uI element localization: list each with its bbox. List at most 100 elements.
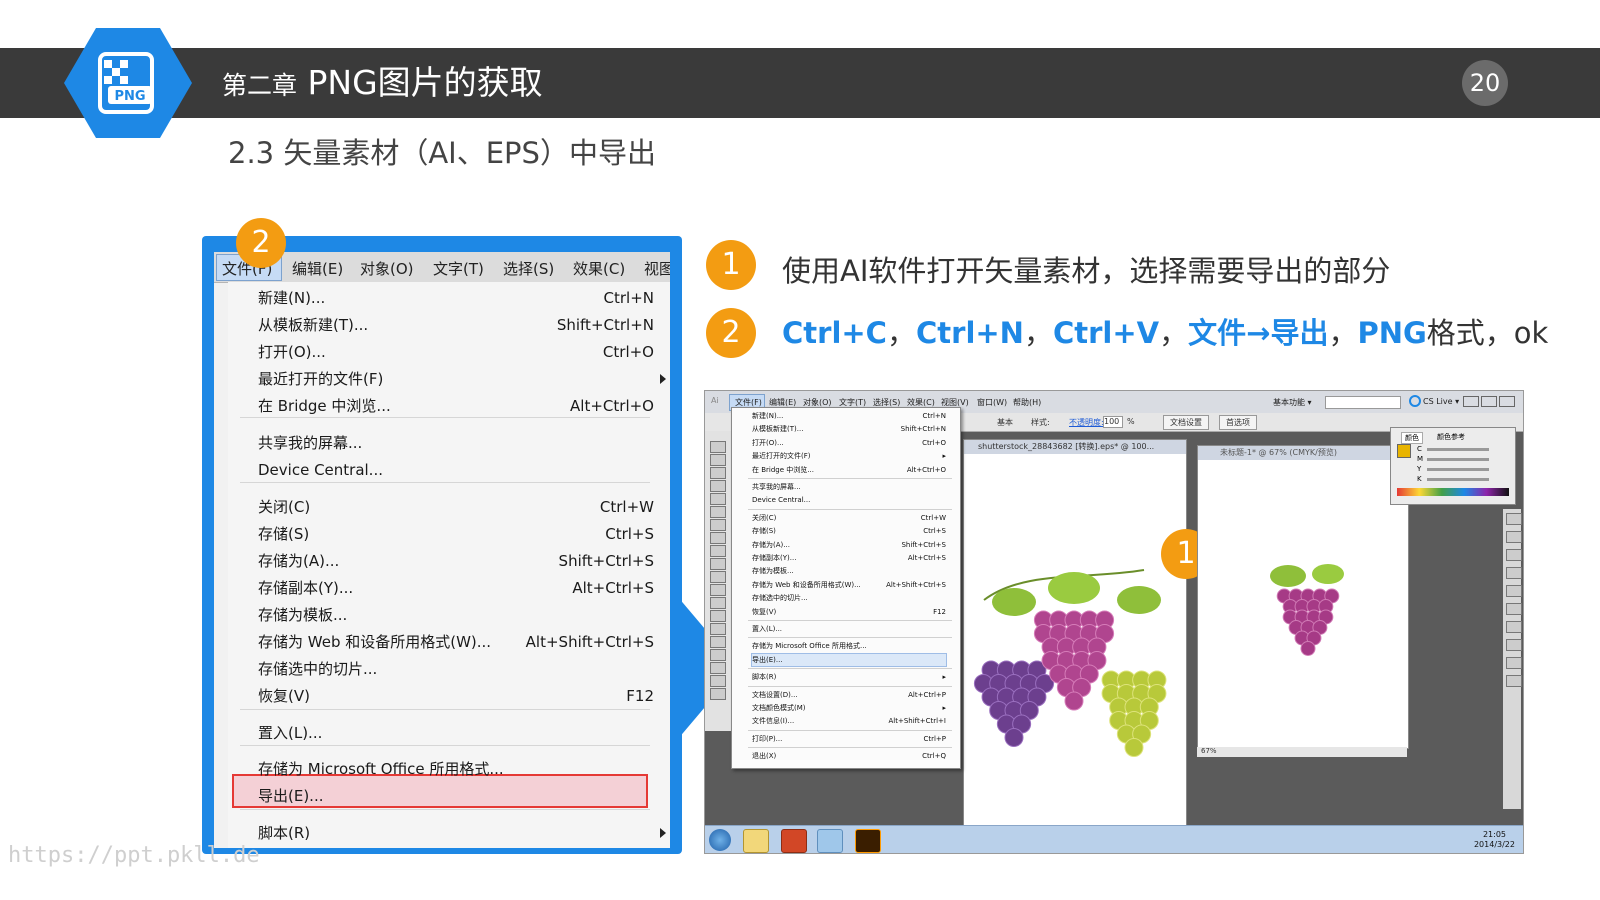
- panel-icon[interactable]: [1506, 567, 1522, 579]
- ai-file-menu-item[interactable]: 文档颜色模式(M) ▸: [752, 702, 946, 714]
- tool-icon[interactable]: [710, 480, 726, 492]
- file-menu-item[interactable]: 存储为 Microsoft Office 所用格式...: [258, 756, 654, 782]
- preferences-button[interactable]: 首选项: [1219, 415, 1257, 430]
- tool-icon[interactable]: [710, 532, 726, 544]
- panel-icon[interactable]: [1506, 675, 1522, 687]
- zoom-level[interactable]: 67%: [1197, 747, 1217, 755]
- tool-icon[interactable]: [710, 493, 726, 505]
- minimize-icon[interactable]: [1463, 396, 1479, 407]
- file-menu-item[interactable]: 存储副本(Y)... Alt+Ctrl+S: [258, 575, 654, 601]
- file-menu-item[interactable]: 最近打开的文件(F): [258, 366, 666, 392]
- fill-swatch[interactable]: [1397, 444, 1411, 458]
- ai-file-menu-item[interactable]: 存储(S) Ctrl+S: [752, 525, 946, 537]
- ai-search-input[interactable]: [1325, 396, 1401, 409]
- panel-icon[interactable]: [1506, 513, 1522, 525]
- panel-icon[interactable]: [1506, 621, 1522, 633]
- file-menu-item[interactable]: 置入(L)...: [258, 720, 654, 746]
- color-tab[interactable]: 颜色: [1401, 432, 1423, 444]
- file-menu-item[interactable]: 在 Bridge 中浏览... Alt+Ctrl+O: [258, 393, 654, 419]
- cyan-slider[interactable]: [1427, 448, 1489, 451]
- magenta-slider[interactable]: [1427, 458, 1489, 461]
- ai-file-menu-item[interactable]: 在 Bridge 中浏览... Alt+Ctrl+O: [752, 464, 946, 476]
- tool-icon[interactable]: [710, 519, 726, 531]
- tool-icon[interactable]: [710, 649, 726, 661]
- ai-file-menu-item[interactable]: 从模板新建(T)... Shift+Ctrl+N: [752, 423, 946, 435]
- file-menu-item[interactable]: Device Central...: [258, 457, 654, 483]
- tool-icon[interactable]: [710, 467, 726, 479]
- color-spectrum[interactable]: [1397, 488, 1509, 496]
- tool-icon[interactable]: [710, 688, 726, 700]
- ai-file-menu-item[interactable]: 关闭(C) Ctrl+W: [752, 512, 946, 524]
- document-2-tab[interactable]: 未标题-1* @ 67% (CMYK/预览): [1198, 446, 1408, 460]
- explorer-icon[interactable]: [743, 829, 769, 853]
- panel-icon[interactable]: [1506, 549, 1522, 561]
- tool-icon[interactable]: [710, 623, 726, 635]
- file-menu-item[interactable]: 导出(E)...: [258, 783, 654, 809]
- file-menu-item[interactable]: 共享我的屏幕...: [258, 430, 654, 456]
- ai-file-menu-item[interactable]: 共享我的屏幕...: [752, 481, 946, 493]
- ai-file-menu-item[interactable]: 最近打开的文件(F) ▸: [752, 450, 946, 462]
- file-menu-item[interactable]: 存储为模板...: [258, 602, 654, 628]
- ai-file-menu-item[interactable]: 存储为 Web 和设备所用格式(W)... Alt+Shift+Ctrl+S: [752, 579, 946, 591]
- cs-live-button[interactable]: CS Live ▾: [1423, 397, 1459, 406]
- ai-file-menu-item[interactable]: Device Central...: [752, 494, 946, 506]
- tool-icon[interactable]: [710, 662, 726, 674]
- ai-file-menu-item[interactable]: 存储为模板...: [752, 565, 946, 577]
- start-button-icon[interactable]: [709, 829, 731, 851]
- ai-file-menu-item[interactable]: 退出(X) Ctrl+Q: [752, 750, 946, 762]
- ai-file-menu-item[interactable]: 存储为(A)... Shift+Ctrl+S: [752, 539, 946, 551]
- ai-file-menu-item[interactable]: 打开(O)... Ctrl+O: [752, 437, 946, 449]
- ai-file-menu-item[interactable]: 文件信息(I)... Alt+Shift+Ctrl+I: [752, 715, 946, 727]
- ai-file-menu-item[interactable]: 导出(E)...: [751, 652, 947, 667]
- tool-icon[interactable]: [710, 636, 726, 648]
- panel-icon[interactable]: [1506, 639, 1522, 651]
- file-menu-item[interactable]: 从模板新建(T)... Shift+Ctrl+N: [258, 312, 654, 338]
- tool-icon[interactable]: [710, 571, 726, 583]
- file-menu-item[interactable]: 打开(O)... Ctrl+O: [258, 339, 654, 365]
- ai-file-menu-item[interactable]: 打印(P)... Ctrl+P: [752, 733, 946, 745]
- document-1-tab[interactable]: shutterstock_28843682 [转换].eps* @ 100...: [964, 440, 1186, 454]
- opacity-link[interactable]: 不透明度:: [1069, 417, 1104, 428]
- tool-icon[interactable]: [710, 441, 726, 453]
- panel-icon[interactable]: [1506, 603, 1522, 615]
- file-menu-item[interactable]: 脚本(R): [258, 820, 666, 846]
- maximize-icon[interactable]: [1481, 396, 1497, 407]
- document-setup-button[interactable]: 文档设置: [1163, 415, 1209, 430]
- file-menu-item[interactable]: 恢复(V) F12: [258, 683, 654, 709]
- ai-file-menu-item[interactable]: 存储副本(Y)... Alt+Ctrl+S: [752, 552, 946, 564]
- ai-file-menu-item[interactable]: 脚本(R) ▸: [752, 671, 946, 683]
- file-menu-item[interactable]: 关闭(C) Ctrl+W: [258, 494, 654, 520]
- yellow-slider[interactable]: [1427, 468, 1489, 471]
- file-menu-item[interactable]: 存储为 Web 和设备所用格式(W)... Alt+Shift+Ctrl+S: [258, 629, 654, 655]
- close-icon[interactable]: [1499, 396, 1515, 407]
- tool-icon[interactable]: [710, 597, 726, 609]
- ai-file-menu-item[interactable]: 文档设置(D)... Alt+Ctrl+P: [752, 689, 946, 701]
- ai-file-menu-item[interactable]: 存储选中的切片...: [752, 592, 946, 604]
- ai-file-menu-item[interactable]: 恢复(V) F12: [752, 606, 946, 618]
- color-guide-tab[interactable]: 颜色参考: [1437, 432, 1465, 442]
- tool-icon[interactable]: [710, 558, 726, 570]
- panel-icon[interactable]: [1506, 531, 1522, 543]
- file-menu-item[interactable]: 存储为(A)... Shift+Ctrl+S: [258, 548, 654, 574]
- powerpoint-icon[interactable]: [781, 829, 807, 853]
- ai-menu-item[interactable]: 帮助(H): [1013, 397, 1041, 408]
- tool-icon[interactable]: [710, 584, 726, 596]
- tool-icon[interactable]: [710, 545, 726, 557]
- file-menu-item[interactable]: 存储选中的切片...: [258, 656, 654, 682]
- ai-file-menu-item[interactable]: 新建(N)... Ctrl+N: [752, 410, 946, 422]
- ai-menu-item[interactable]: 窗口(W): [977, 397, 1007, 408]
- illustrator-taskbar-icon[interactable]: [855, 829, 881, 853]
- workspace-switcher[interactable]: 基本功能 ▾: [1273, 397, 1312, 408]
- opacity-input[interactable]: 100: [1103, 416, 1123, 428]
- panel-icon[interactable]: [1506, 657, 1522, 669]
- tool-icon[interactable]: [710, 454, 726, 466]
- file-menu-item[interactable]: 新建(N)... Ctrl+N: [258, 285, 654, 311]
- ai-file-menu-item[interactable]: 存储为 Microsoft Office 所用格式...: [752, 640, 946, 652]
- tool-icon[interactable]: [710, 506, 726, 518]
- ai-file-menu-item[interactable]: 置入(L)...: [752, 623, 946, 635]
- tool-icon[interactable]: [710, 675, 726, 687]
- panel-icon[interactable]: [1506, 585, 1522, 597]
- tool-icon[interactable]: [710, 610, 726, 622]
- window-controls[interactable]: [1463, 396, 1515, 407]
- black-slider[interactable]: [1427, 478, 1489, 481]
